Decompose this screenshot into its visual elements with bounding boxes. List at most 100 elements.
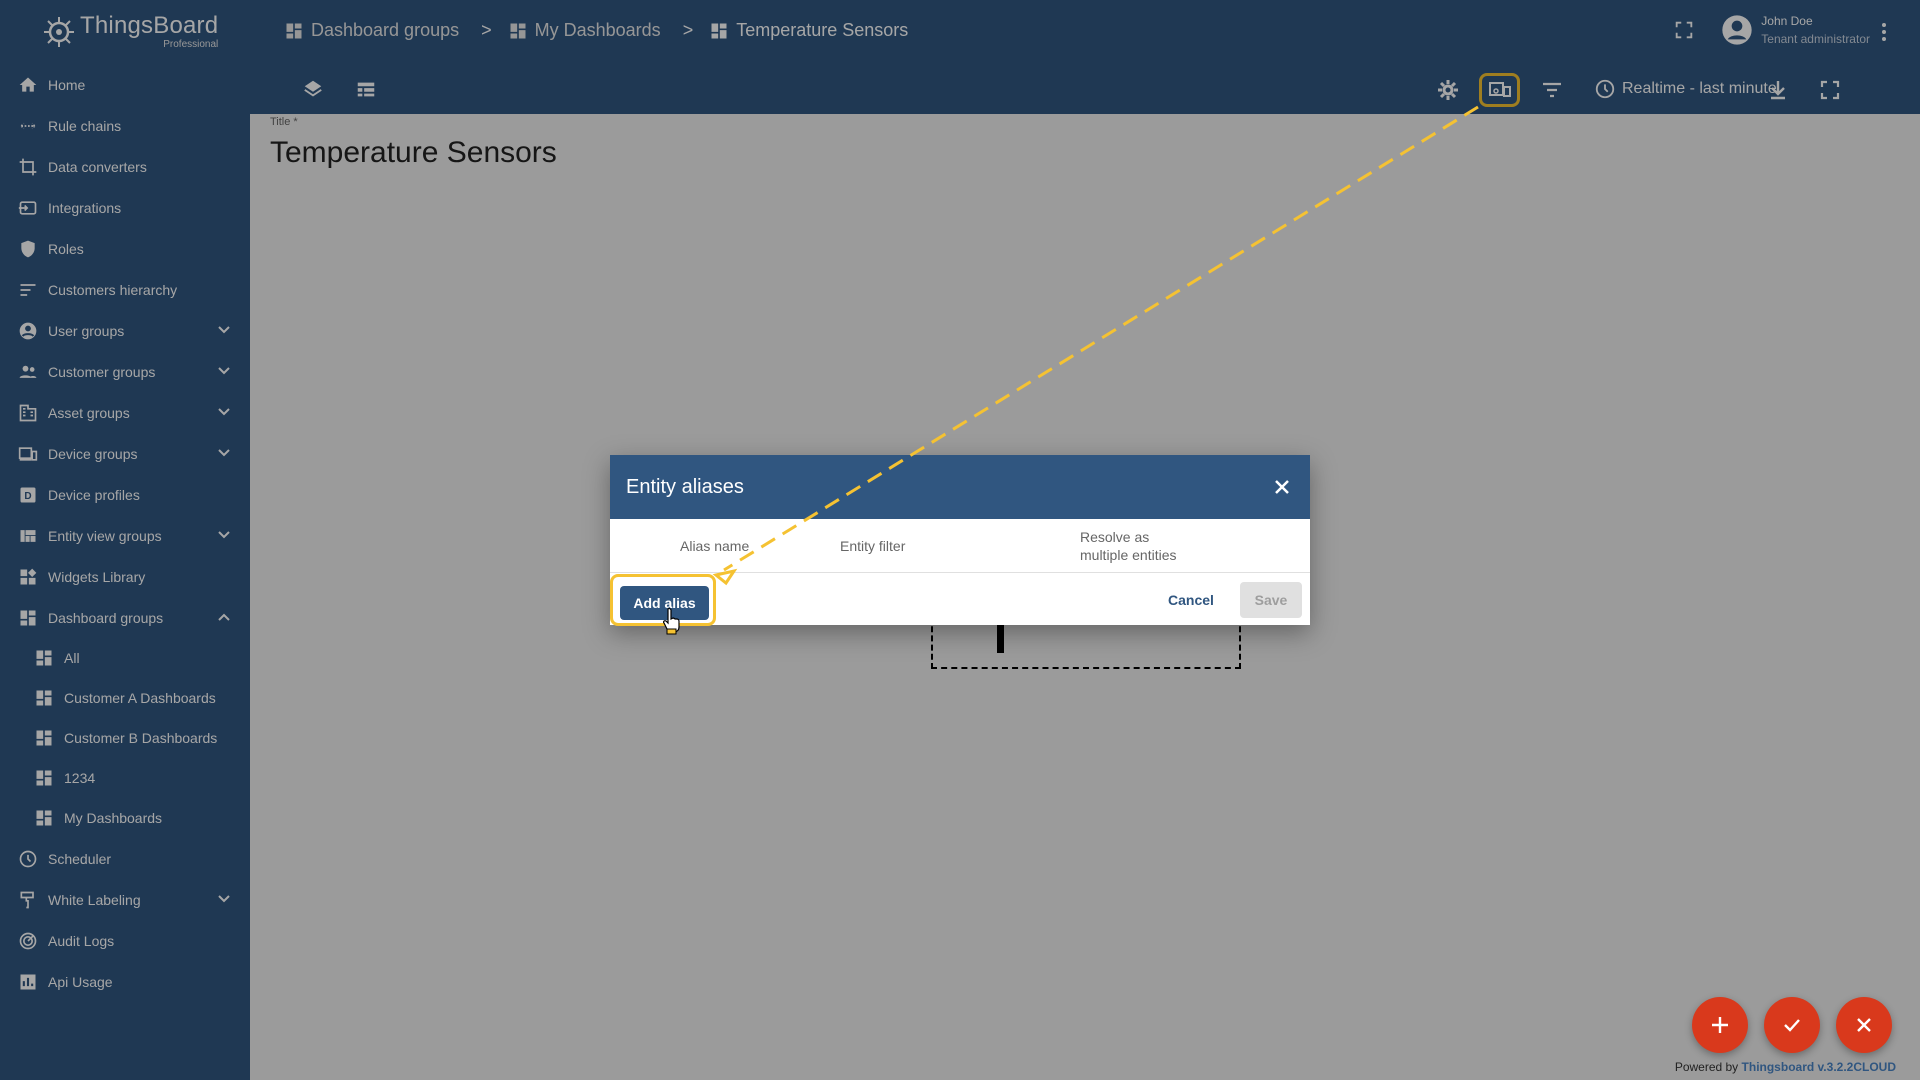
sidebar-subitem-label: 1234 <box>64 770 96 786</box>
fullscreen-icon[interactable] <box>1818 78 1842 102</box>
sidebar-item-device-groups[interactable]: Device groups <box>0 433 250 474</box>
sidebar-item-widgets-library[interactable]: Widgets Library <box>0 556 250 597</box>
sidebar-subitem-1234[interactable]: 1234 <box>0 758 250 798</box>
dashboard-icon <box>36 730 52 746</box>
sidebar-item-api-usage[interactable]: Api Usage <box>0 961 250 1002</box>
close-icon <box>1857 1018 1871 1032</box>
sidebar-subitem-customer-b[interactable]: Customer B Dashboards <box>0 718 250 758</box>
sidebar-item-entity-view-groups[interactable]: Entity view groups <box>0 515 250 556</box>
sidebar-item-label: User groups <box>48 322 125 339</box>
check-icon <box>1784 1019 1800 1032</box>
breadcrumb-separator: > <box>682 20 694 40</box>
sidebar-item-data-converters[interactable]: Data converters <box>0 146 250 187</box>
dashboard-icon <box>36 650 52 666</box>
sidebar-item-label: Entity view groups <box>48 527 162 544</box>
view-quilt-icon <box>20 529 36 542</box>
devices-other-icon <box>1488 82 1511 97</box>
sidebar-item-dashboard-groups[interactable]: Dashboard groups <box>0 597 250 638</box>
sidebar-subitem-my-dashboards[interactable]: My Dashboards <box>0 798 250 838</box>
fullscreen-icon[interactable] <box>1673 19 1695 41</box>
brand-edition: Professional <box>163 39 219 50</box>
entity-aliases-button[interactable] <box>1479 73 1520 107</box>
footer-prefix: Powered by <box>1674 1060 1739 1074</box>
close-icon[interactable] <box>1270 475 1294 499</box>
apply-changes-fab[interactable] <box>1764 997 1820 1053</box>
settings-icon[interactable] <box>1436 78 1460 102</box>
sidebar-item-label: Dashboard groups <box>48 609 164 626</box>
sidebar-item-label: Widgets Library <box>48 568 146 585</box>
chevron-down-icon[interactable] <box>216 322 232 338</box>
sidebar-item-label: White Labeling <box>48 891 141 908</box>
entity-aliases-dialog: Entity aliases Alias name Entity filter … <box>610 455 1310 626</box>
sidebar-item-rule-chains[interactable]: Rule chains <box>0 105 250 146</box>
user-icon <box>19 322 37 339</box>
dashboard-icon <box>510 23 526 38</box>
breadcrumb: Dashboard groups > My Dashboards > Tempe… <box>284 20 908 41</box>
sidebar-item-white-labeling[interactable]: White Labeling <box>0 879 250 920</box>
breadcrumb-current: Temperature Sensors <box>709 20 908 41</box>
sidebar-item-home[interactable]: Home <box>0 64 250 105</box>
sidebar-item-audit-logs[interactable]: Audit Logs <box>0 920 250 961</box>
dashboard-icon <box>286 23 302 38</box>
breadcrumb-label: Dashboard groups <box>311 20 460 40</box>
dialog-header: Entity aliases <box>610 455 1310 519</box>
decline-changes-fab[interactable] <box>1836 997 1892 1053</box>
sidebar-item-label: Customer groups <box>48 363 156 380</box>
column-entity-filter: Entity filter <box>840 538 906 554</box>
breadcrumb-separator: > <box>481 20 492 40</box>
filter-icon[interactable] <box>1540 78 1564 102</box>
chevron-up-icon[interactable] <box>216 609 232 625</box>
clock-icon <box>19 850 37 867</box>
column-resolve-line1: Resolve as <box>1080 529 1150 545</box>
track-changes-icon <box>19 932 37 949</box>
sidebar-item-asset-groups[interactable]: Asset groups <box>0 392 250 433</box>
chevron-down-icon[interactable] <box>216 445 232 461</box>
sidebar-subitem-label: All <box>64 650 80 666</box>
logo[interactable]: ThingsBoard Professional <box>0 0 250 64</box>
breadcrumb-my-dashboards[interactable]: My Dashboards <box>508 20 661 41</box>
view-list-icon[interactable] <box>355 78 377 100</box>
clock-icon <box>1595 79 1615 99</box>
sidebar-item-integrations[interactable]: Integrations <box>0 187 250 228</box>
title-field-label: Title * <box>270 116 298 128</box>
breadcrumb-label: Temperature Sensors <box>736 20 909 40</box>
sidebar-item-user-groups[interactable]: User groups <box>0 310 250 351</box>
sidebar-item-label: Device groups <box>48 445 138 462</box>
timewindow-button[interactable]: Realtime - last minute <box>1594 78 1777 100</box>
more-vert-icon[interactable] <box>1876 22 1892 42</box>
sidebar-item-label: Audit Logs <box>48 932 115 949</box>
breadcrumb-dashboard-groups[interactable]: Dashboard groups <box>284 20 459 41</box>
dialog-title: Entity aliases <box>626 475 744 498</box>
alias-table-header: Alias name Entity filter Resolve as mult… <box>610 519 1310 573</box>
add-widget-fab[interactable] <box>1692 997 1748 1053</box>
column-resolve-line2: multiple entities <box>1080 547 1177 563</box>
home-icon <box>19 77 37 92</box>
chevron-down-icon[interactable] <box>216 404 232 420</box>
dashboard-title-input[interactable]: Temperature Sensors <box>270 136 557 170</box>
dashboard-icon <box>36 690 52 706</box>
user-role: Tenant administrator <box>1761 32 1870 46</box>
thingsboard-logo-icon <box>44 17 74 47</box>
sidebar-item-label: Home <box>48 76 86 93</box>
download-icon[interactable] <box>1766 78 1790 102</box>
save-button[interactable]: Save <box>1240 582 1302 618</box>
sidebar-item-roles[interactable]: Roles <box>0 228 250 269</box>
chevron-down-icon[interactable] <box>216 891 232 907</box>
sidebar-item-customers-hierarchy[interactable]: Customers hierarchy <box>0 269 250 310</box>
cancel-button[interactable]: Cancel <box>1154 582 1228 618</box>
sidebar-item-device-profiles[interactable]: D Device profiles <box>0 474 250 515</box>
shield-icon <box>21 240 35 257</box>
footer: Powered by Thingsboard v.3.2.2CLOUD <box>1675 1060 1896 1074</box>
user-menu[interactable]: John Doe Tenant administrator <box>1673 14 1870 46</box>
sidebar-item-customer-groups[interactable]: Customer groups <box>0 351 250 392</box>
sidebar-subitem-all[interactable]: All <box>0 638 250 678</box>
sidebar-subitem-customer-a[interactable]: Customer A Dashboards <box>0 678 250 718</box>
chevron-down-icon[interactable] <box>216 363 232 379</box>
sidebar-item-scheduler[interactable]: Scheduler <box>0 838 250 879</box>
sidebar-item-label: Data converters <box>48 158 147 175</box>
footer-version-link[interactable]: Thingsboard v.3.2.2CLOUD <box>1742 1060 1896 1074</box>
layers-icon[interactable] <box>302 78 324 100</box>
column-alias-name: Alias name <box>680 538 750 554</box>
chevron-down-icon[interactable] <box>216 527 232 543</box>
sidebar: ThingsBoard Professional Home Rule chain… <box>0 0 250 1080</box>
